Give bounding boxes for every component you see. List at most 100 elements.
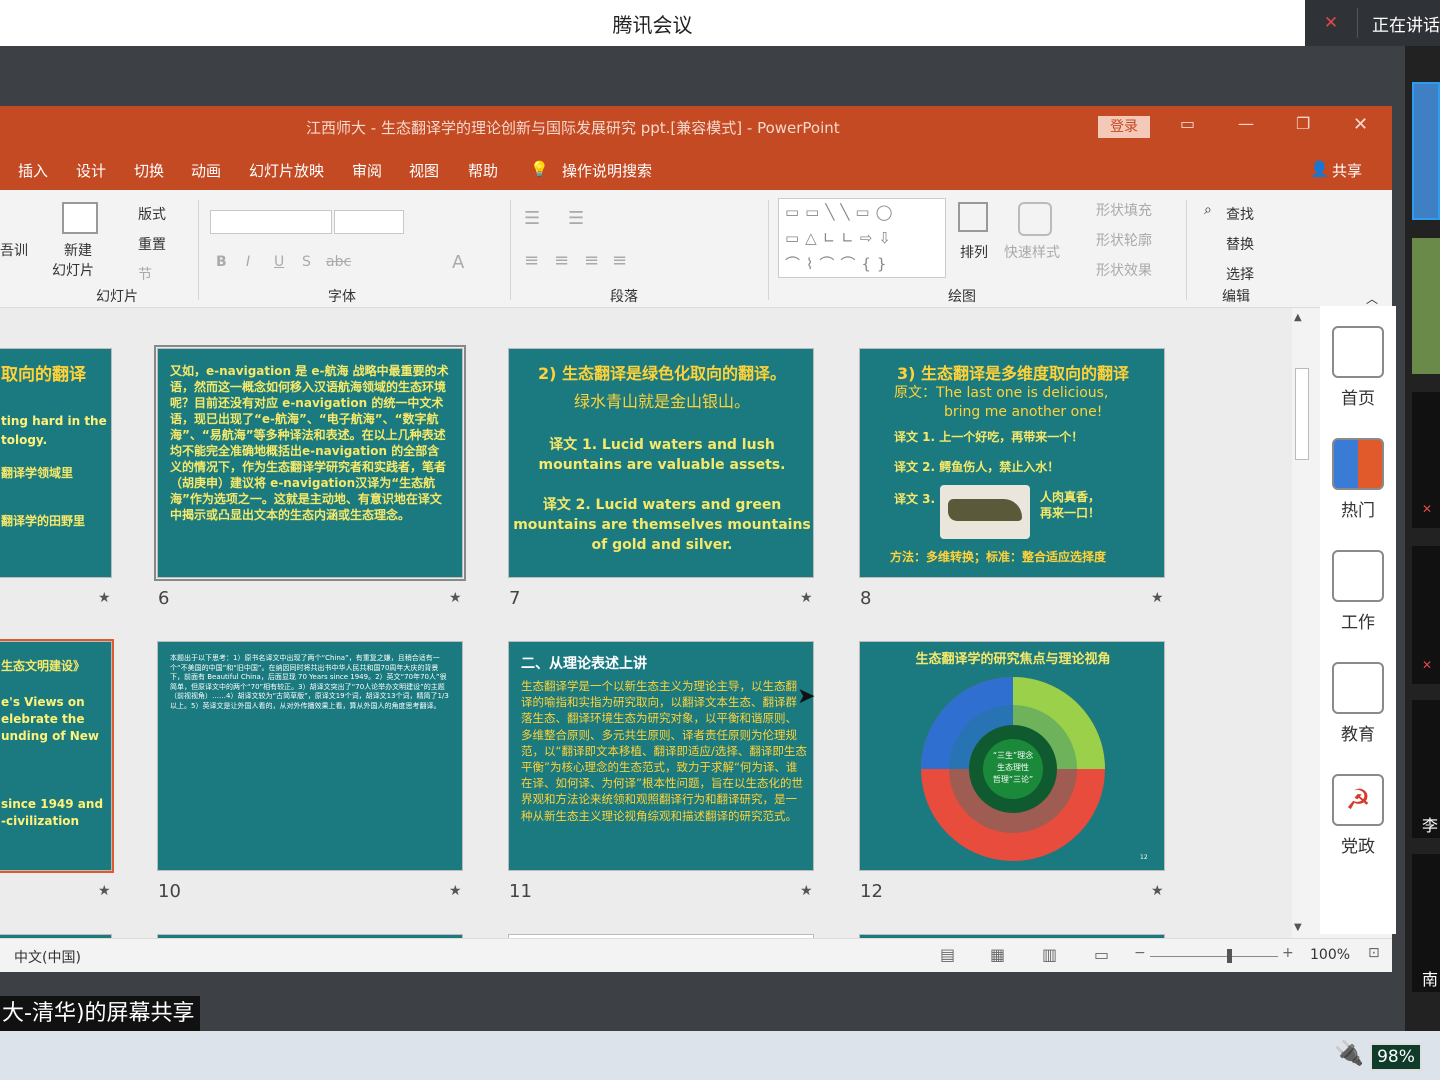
shape-fill-button[interactable]: 形状填充: [1096, 200, 1152, 220]
slide-thumb-5[interactable]: 取向的翻译 ting hard in the tology. 翻译学领域里 翻译…: [0, 348, 112, 578]
scroll-thumb[interactable]: [1295, 368, 1309, 460]
minimize-icon[interactable]: —: [1238, 114, 1254, 133]
slide-text: 译文 1. 上一个好吃，再带来一个！: [894, 430, 1084, 444]
shape-outline-button[interactable]: 形状轮廓: [1096, 230, 1152, 250]
layout-button[interactable]: 版式: [138, 204, 166, 224]
arrange-icon[interactable]: [958, 202, 988, 232]
slideshow-view-icon[interactable]: ▭: [1094, 945, 1109, 964]
align-left-icon[interactable]: ≡: [524, 250, 539, 271]
reset-button[interactable]: 重置: [138, 234, 166, 254]
justify-icon[interactable]: ≡: [612, 250, 627, 271]
shapes-gallery[interactable]: ▭▭╲╲▭◯ ▭△∟∟⇨⇩ ⌒⌇⌒⌒{}: [778, 198, 946, 278]
shadow-icon[interactable]: S: [302, 254, 311, 270]
normal-view-icon[interactable]: ▤: [940, 945, 955, 964]
tab-transitions[interactable]: 切换: [134, 160, 164, 181]
reading-view-icon[interactable]: ▥: [1042, 945, 1057, 964]
slide-thumb-10[interactable]: 本题出于以下思考：1）原书名译文中出现了两个“China”，有重复之嫌，且稍合适…: [157, 641, 463, 871]
strikethrough-icon[interactable]: abc: [326, 254, 351, 270]
font-size-combo[interactable]: [334, 210, 404, 234]
dock-home[interactable]: 首页: [1320, 326, 1396, 409]
close-icon[interactable]: ✕: [1353, 114, 1368, 135]
slide-sorter: 取向的翻译 ting hard in the tology. 翻译学领域里 翻译…: [0, 308, 1292, 938]
zoom-out-icon[interactable]: −: [1134, 945, 1146, 961]
slide-thumb-9[interactable]: 生态文明建设》 e's Views on elebrate the unding…: [0, 639, 114, 873]
zoom-level[interactable]: 100%: [1310, 947, 1350, 963]
quick-styles-icon[interactable]: [1018, 202, 1052, 236]
fit-window-icon[interactable]: ⊡: [1368, 945, 1380, 961]
participant-video[interactable]: [1412, 82, 1440, 220]
star-icon: ★: [449, 883, 462, 899]
mouse-cursor-icon: ➤: [797, 684, 816, 709]
collapse-ribbon-icon[interactable]: ︿: [1366, 290, 1378, 307]
tab-slideshow[interactable]: 幻灯片放映: [249, 160, 324, 181]
slide-text: -civilization: [1, 814, 80, 828]
slide-thumb-12[interactable]: 生态翻译学的研究焦点与理论视角 “三生”理念 生态理性 哲理“三论” 12: [859, 641, 1165, 871]
zoom-slider[interactable]: [1150, 956, 1278, 957]
vertical-scrollbar[interactable]: ▲ ▼: [1292, 308, 1312, 938]
select-button[interactable]: 选择: [1226, 264, 1254, 284]
scroll-up-icon[interactable]: ▲: [1294, 312, 1302, 323]
home-icon: [1332, 326, 1384, 378]
mic-muted-icon: ✕: [1422, 502, 1433, 516]
font-name-combo[interactable]: [210, 210, 332, 234]
italic-icon[interactable]: I: [246, 254, 250, 270]
participant-video[interactable]: [1412, 238, 1440, 374]
bold-icon[interactable]: B: [216, 254, 227, 270]
tab-review[interactable]: 审阅: [352, 160, 382, 181]
tab-insert[interactable]: 插入: [18, 160, 48, 181]
bullets-icon[interactable]: ☰: [524, 208, 540, 229]
language-status[interactable]: 中文(中国): [14, 947, 81, 967]
tab-design[interactable]: 设计: [76, 160, 106, 181]
tab-help[interactable]: 帮助: [468, 160, 498, 181]
dock-hot[interactable]: 热门: [1320, 438, 1396, 521]
participant-video[interactable]: 李: [1412, 700, 1440, 838]
tell-me-search[interactable]: 操作说明搜索: [562, 160, 652, 181]
participant-video[interactable]: ✕: [1412, 546, 1440, 684]
star-icon: ★: [98, 883, 111, 899]
align-center-icon[interactable]: ≡: [554, 250, 569, 271]
align-right-icon[interactable]: ≡: [584, 250, 599, 271]
participant-video[interactable]: 南: [1412, 854, 1440, 992]
replace-button[interactable]: 替换: [1226, 234, 1254, 254]
slide-number: 7: [509, 588, 521, 609]
new-slide-label-2[interactable]: 幻灯片: [52, 260, 94, 280]
slide-thumb-7[interactable]: 2) 生态翻译是绿色化取向的翻译。 绿水青山就是金山银山。 译文 1. Luci…: [508, 348, 814, 578]
font-color-icon[interactable]: A: [452, 252, 464, 273]
party-emblem-icon: ☭: [1332, 774, 1384, 826]
underline-icon[interactable]: U: [274, 254, 284, 270]
slide-thumb-11[interactable]: 二、从理论表述上讲 生态翻译学是一个以新生态主义为理论主导，以生态翻译的喻指和实…: [508, 641, 814, 871]
ribbon-display-icon[interactable]: ▭: [1180, 114, 1195, 133]
quick-styles-button[interactable]: 快速样式: [1004, 242, 1060, 262]
slide-thumb-8[interactable]: 3) 生态翻译是多维度取向的翻译 原文：The last one is deli…: [859, 348, 1165, 578]
slide-text: 方法：多维转换；标准：整合适应选择度: [890, 550, 1107, 564]
search-icon[interactable]: ⌕: [1204, 202, 1212, 218]
participant-video[interactable]: ✕: [1412, 392, 1440, 528]
share-button[interactable]: 共享: [1332, 160, 1362, 181]
zoom-slider-thumb[interactable]: [1226, 949, 1232, 963]
chart-icon: [1332, 550, 1384, 602]
slide-text: 12: [1140, 854, 1148, 861]
arrange-button[interactable]: 排列: [960, 242, 988, 262]
login-button[interactable]: 登录: [1098, 116, 1150, 138]
find-button[interactable]: 查找: [1226, 204, 1254, 224]
restore-icon[interactable]: ❐: [1296, 114, 1310, 133]
dock-education[interactable]: 教育: [1320, 662, 1396, 745]
new-slide-icon[interactable]: [62, 202, 98, 234]
shape-effects-button[interactable]: 形状效果: [1096, 260, 1152, 280]
battery-indicator[interactable]: 98%: [1370, 1043, 1422, 1071]
numbering-icon[interactable]: ☰: [568, 208, 584, 229]
mic-muted-icon[interactable]: ✕: [1305, 13, 1357, 33]
tab-animations[interactable]: 动画: [191, 160, 221, 181]
dock-work[interactable]: 工作: [1320, 550, 1396, 633]
section-button[interactable]: 节: [138, 264, 152, 284]
sorter-view-icon[interactable]: ▦: [990, 945, 1005, 964]
tab-view[interactable]: 视图: [409, 160, 439, 181]
slide-thumb-6[interactable]: 又如，e-navigation 是 e-航海 战略中最重要的术语，然而这一概念如…: [154, 345, 466, 581]
slide-text: 取向的翻译: [1, 365, 86, 385]
scroll-down-icon[interactable]: ▼: [1294, 922, 1302, 933]
dock-party[interactable]: ☭ 党政: [1320, 774, 1396, 857]
slide-text: elebrate the: [1, 712, 85, 726]
new-slide-label[interactable]: 新建: [64, 240, 92, 260]
speaking-bar: ✕ 正在讲话: [1305, 0, 1440, 46]
zoom-in-icon[interactable]: +: [1282, 945, 1294, 961]
